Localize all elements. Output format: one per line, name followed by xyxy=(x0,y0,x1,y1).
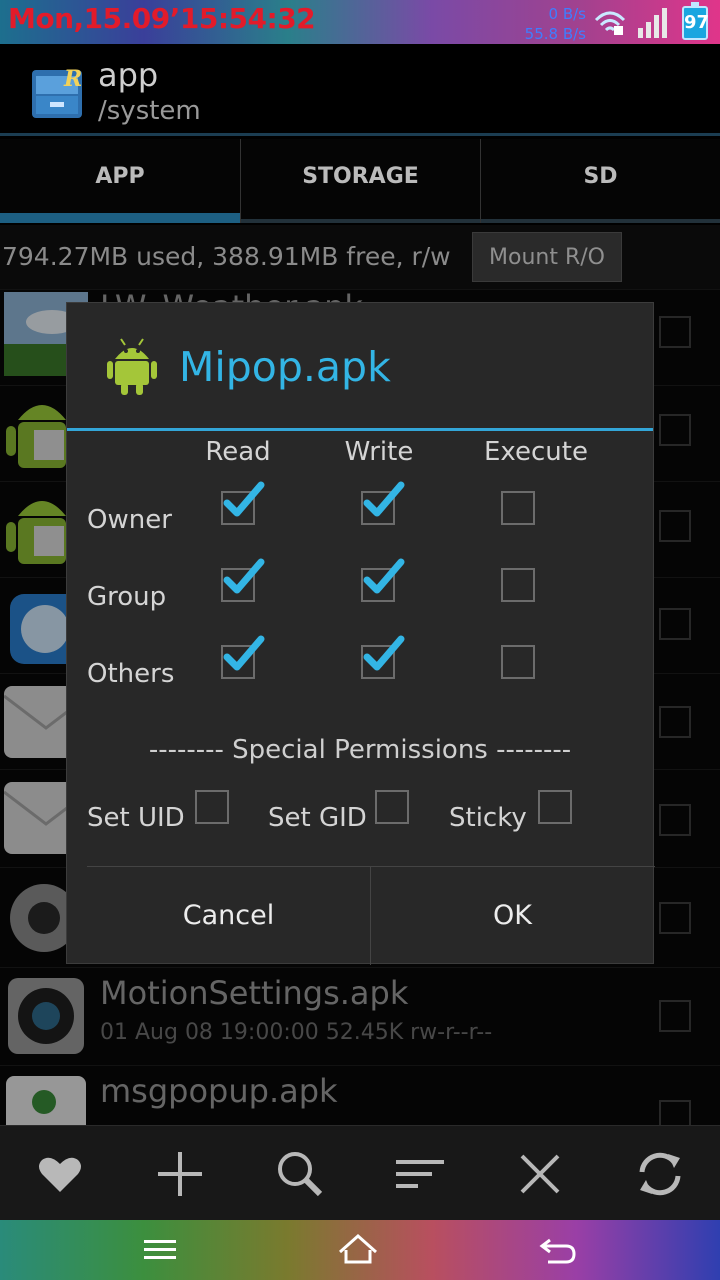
battery-icon: 97 xyxy=(682,2,709,40)
action-bar: R app /system xyxy=(0,44,720,136)
tab-app-label: APP xyxy=(95,164,145,189)
column-execute-label: Execute xyxy=(484,437,588,467)
ok-button[interactable]: OK xyxy=(370,867,654,965)
dialog-title: Mipop.apk xyxy=(179,343,391,391)
checkmark-icon xyxy=(363,481,405,517)
svg-text:R: R xyxy=(63,66,82,92)
speed-down: 55.8 B/s xyxy=(524,25,586,43)
checkmark-icon xyxy=(363,558,405,594)
search-icon[interactable] xyxy=(274,1148,326,1200)
others-execute-checkbox[interactable] xyxy=(501,645,535,679)
checkmark-icon xyxy=(363,635,405,671)
others-read-checkbox[interactable] xyxy=(221,635,265,679)
tab-app[interactable]: APP xyxy=(0,139,240,223)
set-uid-checkbox[interactable] xyxy=(195,790,229,824)
navigation-bar xyxy=(0,1220,720,1280)
tab-storage-label: STORAGE xyxy=(302,164,419,189)
sort-icon[interactable] xyxy=(394,1148,446,1200)
dialog-button-bar: Cancel OK xyxy=(87,866,655,965)
checkmark-icon xyxy=(223,481,265,517)
tab-bar: APP STORAGE SD xyxy=(0,139,720,223)
signal-icons xyxy=(594,8,667,38)
owner-execute-checkbox[interactable] xyxy=(501,491,535,525)
menu-icon[interactable] xyxy=(140,1232,180,1268)
column-write-label: Write xyxy=(344,437,414,467)
checkmark-icon xyxy=(223,635,265,671)
status-clock: Mon,15.09’15:54:32 xyxy=(8,2,316,35)
tab-storage[interactable]: STORAGE xyxy=(240,139,480,223)
owner-read-checkbox[interactable] xyxy=(221,481,265,525)
lock-icon xyxy=(614,26,623,35)
dialog-header: Mipop.apk xyxy=(67,303,653,431)
cell-signal-icon xyxy=(638,8,667,38)
group-execute-checkbox[interactable] xyxy=(501,568,535,602)
special-permissions-header: -------- Special Permissions -------- xyxy=(148,735,572,765)
group-write-checkbox[interactable] xyxy=(361,558,405,602)
sticky-label: Sticky xyxy=(449,803,527,833)
column-read-label: Read xyxy=(205,437,271,467)
owner-write-checkbox[interactable] xyxy=(361,481,405,525)
set-gid-label: Set GID xyxy=(268,803,367,833)
tab-indicator xyxy=(0,213,240,223)
set-uid-label: Set UID xyxy=(87,803,185,833)
storage-info: 794.27MB used, 388.91MB free, r/w xyxy=(2,242,451,271)
tab-indicator xyxy=(241,219,480,223)
tab-indicator xyxy=(481,219,720,223)
tab-sd[interactable]: SD xyxy=(480,139,720,223)
cancel-button[interactable]: Cancel xyxy=(87,867,370,965)
group-read-checkbox[interactable] xyxy=(221,558,265,602)
sticky-checkbox[interactable] xyxy=(538,790,572,824)
android-icon xyxy=(107,338,157,395)
set-gid-checkbox[interactable] xyxy=(375,790,409,824)
speed-up: 0 B/s xyxy=(548,5,586,23)
current-path: /system xyxy=(98,96,201,126)
row-group-label: Group xyxy=(87,582,167,612)
checkmark-icon xyxy=(223,558,265,594)
network-speed: 0 B/s 55.8 B/s xyxy=(525,4,586,44)
mount-button[interactable]: Mount R/O xyxy=(472,232,622,282)
row-others-label: Others xyxy=(87,659,175,689)
bottom-toolbar xyxy=(0,1125,720,1220)
home-icon[interactable] xyxy=(338,1232,378,1268)
refresh-icon[interactable] xyxy=(634,1148,686,1200)
root-explorer-logo-icon[interactable]: R xyxy=(28,62,86,122)
others-write-checkbox[interactable] xyxy=(361,635,405,679)
tab-sd-label: SD xyxy=(583,164,618,189)
plus-icon[interactable] xyxy=(154,1148,206,1200)
permissions-dialog: Mipop.apk Read Write Execute Owner Group… xyxy=(66,302,655,965)
storage-info-bar: 794.27MB used, 388.91MB free, r/w Mount … xyxy=(0,225,720,289)
row-owner-label: Owner xyxy=(87,505,172,535)
status-bar: Mon,15.09’15:54:32 0 B/s 55.8 B/s 97 xyxy=(0,0,720,44)
page-title: app xyxy=(98,56,159,94)
close-icon[interactable] xyxy=(514,1148,566,1200)
heart-icon[interactable] xyxy=(34,1148,86,1200)
back-icon[interactable] xyxy=(538,1232,578,1268)
